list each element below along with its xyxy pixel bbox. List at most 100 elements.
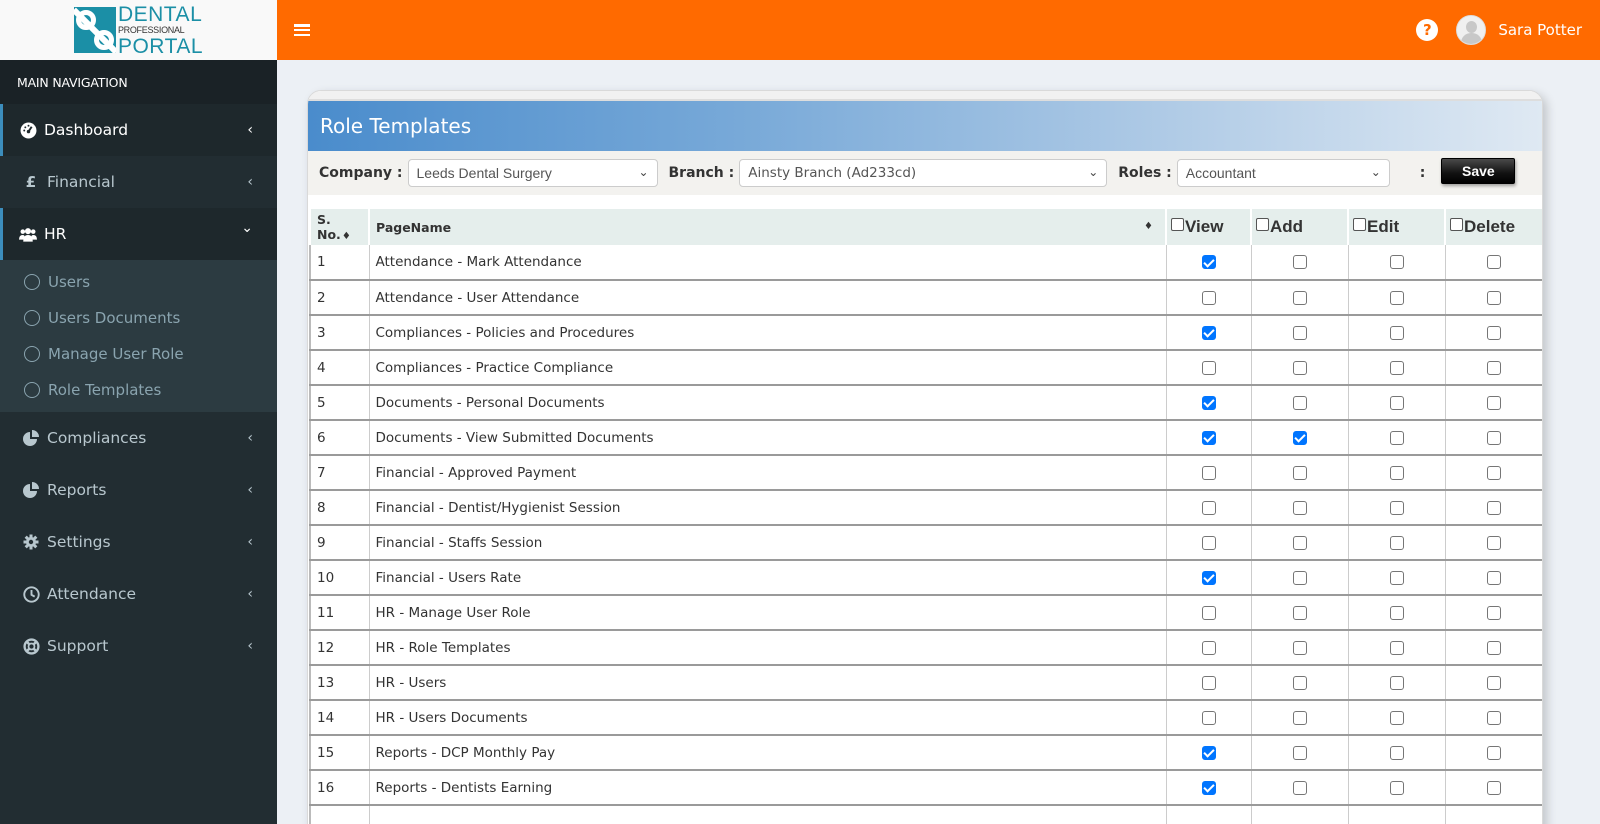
delete-permission-checkbox[interactable] bbox=[1486, 640, 1501, 655]
delete-permission-checkbox[interactable] bbox=[1486, 500, 1501, 515]
view-permission-checkbox[interactable] bbox=[1201, 500, 1216, 515]
sidebar-toggle-hamburger-icon[interactable] bbox=[294, 23, 310, 37]
delete-permission-checkbox[interactable] bbox=[1486, 745, 1501, 760]
view-permission-checkbox[interactable] bbox=[1201, 430, 1216, 445]
sidebar-subitem-role-templates[interactable]: Role Templates bbox=[0, 372, 277, 408]
sort-icon[interactable]: ♦ bbox=[1144, 221, 1153, 232]
delete-permission-checkbox[interactable] bbox=[1486, 290, 1501, 305]
user-name[interactable]: Sara Potter bbox=[1498, 21, 1582, 39]
sidebar-item-support[interactable]: Support ‹ bbox=[0, 620, 277, 672]
select-all-edit-checkbox[interactable] bbox=[1353, 218, 1366, 231]
sidebar-subitem-manage-user-role[interactable]: Manage User Role bbox=[0, 336, 277, 372]
delete-permission-checkbox[interactable] bbox=[1486, 360, 1501, 375]
add-permission-checkbox[interactable] bbox=[1292, 360, 1307, 375]
brand-logo[interactable]: DENTAL PROFESSIONAL PORTAL bbox=[73, 4, 203, 57]
sidebar-item-compliances[interactable]: Compliances ‹ bbox=[0, 412, 277, 464]
view-permission-checkbox[interactable] bbox=[1201, 640, 1216, 655]
view-permission-checkbox[interactable] bbox=[1201, 395, 1216, 410]
sidebar-item-reports[interactable]: Reports ‹ bbox=[0, 464, 277, 516]
delete-permission-checkbox[interactable] bbox=[1486, 570, 1501, 585]
edit-permission-checkbox[interactable] bbox=[1389, 535, 1404, 550]
branch-select[interactable]: Ainsty Branch (Ad233cd) ⌄ bbox=[739, 159, 1108, 187]
delete-permission-checkbox[interactable] bbox=[1486, 535, 1501, 550]
edit-permission-checkbox[interactable] bbox=[1389, 465, 1404, 480]
edit-permission-checkbox[interactable] bbox=[1389, 395, 1404, 410]
edit-permission-checkbox[interactable] bbox=[1389, 780, 1404, 795]
view-permission-checkbox[interactable] bbox=[1201, 570, 1216, 585]
add-permission-checkbox[interactable] bbox=[1292, 605, 1307, 620]
add-permission-checkbox[interactable] bbox=[1292, 570, 1307, 585]
delete-permission-checkbox[interactable] bbox=[1486, 430, 1501, 445]
add-permission-checkbox[interactable] bbox=[1292, 290, 1307, 305]
add-permission-checkbox[interactable] bbox=[1292, 745, 1307, 760]
delete-permission-checkbox[interactable] bbox=[1486, 325, 1501, 340]
view-permission-checkbox[interactable] bbox=[1201, 710, 1216, 725]
roles-select[interactable]: Accountant ⌄ bbox=[1176, 159, 1390, 187]
add-permission-checkbox[interactable] bbox=[1292, 255, 1307, 269]
column-header-sno[interactable]: S. No.♦ bbox=[309, 209, 369, 245]
edit-permission-checkbox[interactable] bbox=[1389, 605, 1404, 620]
sidebar-item-hr[interactable]: HR ⌄ bbox=[0, 208, 277, 260]
select-all-view-checkbox[interactable] bbox=[1171, 218, 1184, 231]
delete-permission-checkbox[interactable] bbox=[1486, 255, 1501, 269]
add-permission-checkbox[interactable] bbox=[1292, 535, 1307, 550]
cell-add bbox=[1250, 455, 1348, 491]
edit-permission-checkbox[interactable] bbox=[1389, 430, 1404, 445]
select-all-delete-checkbox[interactable] bbox=[1450, 218, 1463, 231]
delete-permission-checkbox[interactable] bbox=[1486, 710, 1501, 725]
edit-permission-checkbox[interactable] bbox=[1389, 325, 1404, 340]
edit-permission-checkbox[interactable] bbox=[1389, 255, 1404, 269]
add-permission-checkbox[interactable] bbox=[1292, 710, 1307, 725]
cell-edit bbox=[1347, 245, 1445, 281]
add-permission-checkbox[interactable] bbox=[1292, 325, 1307, 340]
save-button[interactable]: Save bbox=[1441, 158, 1516, 184]
cell-view bbox=[1165, 280, 1251, 316]
delete-permission-checkbox[interactable] bbox=[1486, 395, 1501, 410]
cell-sno: 8 bbox=[309, 490, 369, 526]
view-permission-checkbox[interactable] bbox=[1201, 255, 1216, 269]
edit-permission-checkbox[interactable] bbox=[1389, 500, 1404, 515]
sort-icon[interactable]: ♦ bbox=[342, 231, 351, 242]
sidebar-item-settings[interactable]: Settings ‹ bbox=[0, 516, 277, 568]
nav-header: MAIN NAVIGATION bbox=[0, 60, 277, 104]
column-header-pagename[interactable]: PageName ♦ bbox=[368, 209, 1166, 245]
add-permission-checkbox[interactable] bbox=[1292, 640, 1307, 655]
view-permission-checkbox[interactable] bbox=[1201, 290, 1216, 305]
help-question-icon[interactable]: ? bbox=[1416, 19, 1439, 41]
add-permission-checkbox[interactable] bbox=[1292, 465, 1307, 480]
delete-permission-checkbox[interactable] bbox=[1486, 780, 1501, 795]
view-permission-checkbox[interactable] bbox=[1201, 325, 1216, 340]
add-permission-checkbox[interactable] bbox=[1292, 675, 1307, 690]
sidebar-subitem-users[interactable]: Users bbox=[0, 264, 277, 300]
sidebar-item-dashboard[interactable]: Dashboard ‹ bbox=[0, 104, 277, 156]
table-row: 4 Compliances - Practice Compliance bbox=[309, 350, 1542, 386]
select-all-add-checkbox[interactable] bbox=[1256, 218, 1269, 231]
edit-permission-checkbox[interactable] bbox=[1389, 290, 1404, 305]
edit-permission-checkbox[interactable] bbox=[1389, 745, 1404, 760]
view-permission-checkbox[interactable] bbox=[1201, 745, 1216, 760]
edit-permission-checkbox[interactable] bbox=[1389, 570, 1404, 585]
delete-permission-checkbox[interactable] bbox=[1486, 465, 1501, 480]
view-permission-checkbox[interactable] bbox=[1201, 780, 1216, 795]
cell-edit bbox=[1347, 735, 1445, 771]
add-permission-checkbox[interactable] bbox=[1292, 395, 1307, 410]
add-permission-checkbox[interactable] bbox=[1292, 780, 1307, 795]
add-permission-checkbox[interactable] bbox=[1292, 500, 1307, 515]
delete-permission-checkbox[interactable] bbox=[1486, 675, 1501, 690]
view-permission-checkbox[interactable] bbox=[1201, 360, 1216, 375]
edit-permission-checkbox[interactable] bbox=[1389, 710, 1404, 725]
delete-permission-checkbox[interactable] bbox=[1486, 605, 1501, 620]
view-permission-checkbox[interactable] bbox=[1201, 675, 1216, 690]
view-permission-checkbox[interactable] bbox=[1201, 535, 1216, 550]
edit-permission-checkbox[interactable] bbox=[1389, 640, 1404, 655]
edit-permission-checkbox[interactable] bbox=[1389, 675, 1404, 690]
company-select[interactable]: Leeds Dental Surgery ⌄ bbox=[407, 159, 658, 187]
sidebar-item-attendance[interactable]: Attendance ‹ bbox=[0, 568, 277, 620]
user-avatar[interactable] bbox=[1456, 15, 1487, 45]
edit-permission-checkbox[interactable] bbox=[1389, 360, 1404, 375]
view-permission-checkbox[interactable] bbox=[1201, 465, 1216, 480]
sidebar-item-financial[interactable]: £ Financial ‹ bbox=[0, 156, 277, 208]
add-permission-checkbox[interactable] bbox=[1292, 430, 1307, 445]
sidebar-subitem-users-documents[interactable]: Users Documents bbox=[0, 300, 277, 336]
view-permission-checkbox[interactable] bbox=[1201, 605, 1216, 620]
